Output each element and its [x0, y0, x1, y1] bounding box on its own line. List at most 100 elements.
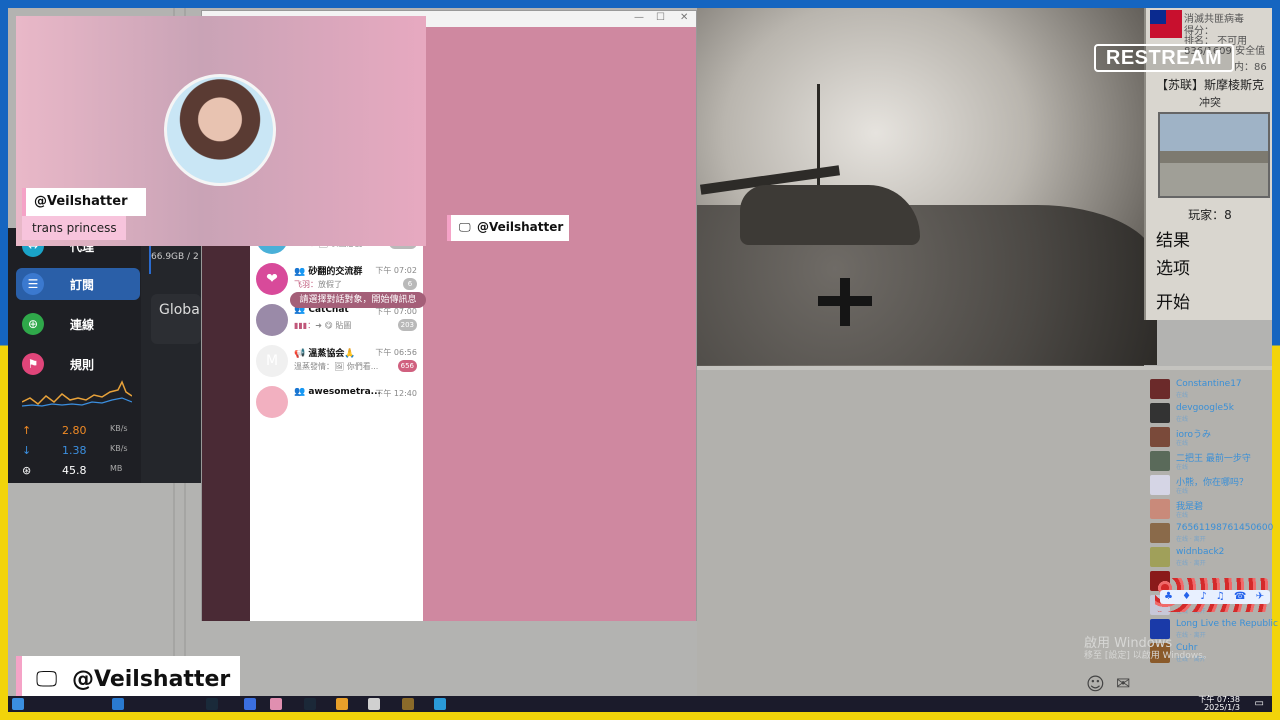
nav-item-subscriptions[interactable]: ☰ 訂閱 [16, 268, 140, 300]
steam-client-icon[interactable] [304, 698, 316, 710]
friend-list-item[interactable]: devgoogle5k 在线 [1148, 402, 1270, 424]
friend-status: 在线 · 离开 [1176, 536, 1206, 543]
chat-sender: 飞羽： [294, 280, 318, 289]
friend-status: 在线 [1176, 440, 1189, 447]
nav-label: 訂閱 [70, 278, 95, 292]
handle-label: @Veilshatter [34, 194, 128, 209]
subtitle-tag: trans princess [22, 216, 126, 240]
minimize-icon[interactable]: — [634, 12, 644, 23]
edge-icon[interactable] [112, 698, 124, 710]
unread-badge: 203 [397, 319, 417, 331]
friend-avatar [1150, 379, 1170, 399]
chat-time: 下午 12:40 [375, 389, 417, 398]
global-mode-card[interactable]: Global [151, 294, 204, 344]
flag-icon [1150, 10, 1182, 38]
nav-label: 連線 [70, 318, 95, 332]
chat-preview: 溫蒸發情：🖼 你們看... [294, 361, 394, 372]
download-arrow-icon: ↓ [22, 444, 32, 457]
friend-avatar [1150, 475, 1170, 495]
nav-item-rules[interactable]: ⚑ 規則 [16, 348, 140, 380]
friend-name: devgoogle5k [1176, 403, 1234, 413]
stream-frame-top [0, 0, 1280, 8]
handle-label: @Veilshatter [477, 220, 564, 234]
restream-logo: RESTREAM [1094, 44, 1234, 72]
chat-list-item[interactable]: M 📢 溫蒸協会🙏 下午 06:56 溫蒸發情：🖼 你們看... 656 [250, 341, 423, 382]
message-icon[interactable]: ✉ [1116, 674, 1130, 694]
results-button[interactable]: 结果 [1156, 226, 1190, 251]
steam-icon[interactable] [206, 698, 218, 710]
friend-status: 在线 [1176, 512, 1189, 519]
chat-preview: ▮▮▮：➜ 😋 貼圖 [294, 320, 394, 331]
chart-app-icon[interactable] [244, 698, 256, 710]
chrome-icon[interactable] [336, 698, 348, 710]
chat-preview: 飞羽：放假了 [294, 279, 394, 290]
friend-list-item[interactable]: ioroうみ 在线 [1148, 426, 1270, 448]
friend-status: 在线 · 离开 [1176, 560, 1206, 567]
nav-item-connections[interactable]: ⊕ 連線 [16, 308, 140, 340]
telegram-icon[interactable] [434, 698, 446, 710]
close-icon[interactable]: ✕ [680, 12, 688, 23]
nav-label: 規則 [70, 358, 95, 372]
stream-frame-bottom [0, 712, 1280, 720]
chat-preview-text: ➜ 😋 貼圖 [315, 321, 352, 330]
emoji-icon[interactable]: ☺ [1086, 674, 1105, 695]
friend-name: Constantine17 [1176, 379, 1242, 389]
chat-avatar: ❤ [256, 263, 288, 295]
friend-list-item[interactable]: 我是碧 在线 [1148, 498, 1270, 520]
player-count: 玩家：8 [1188, 208, 1232, 222]
chat-avatar [256, 304, 288, 336]
friend-status: 在线 [1176, 464, 1189, 471]
chat-title: 👥 awesometra... [294, 387, 380, 397]
friend-list-item[interactable]: 二把王 最前一步守 在线 [1148, 450, 1270, 472]
balkenkreuz-icon [818, 296, 872, 306]
system-clock[interactable]: 下午 07:38 2025/1/3 [1198, 696, 1240, 712]
friend-status: 在线 [1176, 392, 1189, 399]
memory-icon: ⊛ [22, 464, 32, 477]
notepad-icon[interactable] [368, 698, 380, 710]
game-icon[interactable] [402, 698, 414, 710]
clock-date: 2025/1/3 [1204, 703, 1240, 712]
rules-icon: ⚑ [22, 353, 44, 375]
tank-turret [740, 185, 920, 245]
friend-avatar [1150, 523, 1170, 543]
friend-avatar [1150, 499, 1170, 519]
map-thumbnail [1158, 112, 1270, 198]
start-button[interactable]: 开始 [1156, 288, 1190, 313]
friend-list-item[interactable]: 小熊，你在哪吗？ 在线 [1148, 474, 1270, 496]
friend-avatar [1150, 547, 1170, 567]
memory-value: 45.8 [62, 464, 87, 477]
proxy-detail-panel: 66.9GB / 2 Global [141, 240, 204, 483]
telegram-chat-area [423, 27, 696, 621]
monitor-icon: 🖵 [459, 220, 471, 234]
upload-value: 2.80 [62, 424, 87, 437]
avatar-card: @Veilshatter trans princess [16, 16, 426, 246]
list-icon: ☰ [22, 273, 44, 295]
friend-name: Long Live the Republic [1176, 619, 1278, 629]
friend-status: 在线 [1176, 416, 1189, 423]
friend-list-item[interactable]: Constantine17 在线 [1148, 378, 1270, 400]
friend-avatar [1150, 403, 1170, 423]
app-icon[interactable] [270, 698, 282, 710]
handle-tag-mid: 🖵 @Veilshatter [447, 215, 569, 241]
subtitle-label: trans princess [32, 221, 117, 235]
taskbar: 下午 07:38 2025/1/3 ▭ [8, 696, 1272, 712]
maximize-icon[interactable]: ☐ [656, 12, 665, 23]
notification-icon[interactable]: ▭ [1255, 698, 1264, 709]
chat-time: 下午 07:02 [375, 266, 417, 275]
monitor-icon: 🖵 [36, 667, 58, 692]
friend-list-item[interactable]: 76561198761450600 在线 · 离开 [1148, 522, 1273, 544]
unread-badge: 656 [397, 360, 417, 372]
start-icon[interactable] [12, 698, 24, 710]
options-button[interactable]: 选项 [1156, 254, 1190, 279]
chat-list-item[interactable]: 👥 awesometra... 下午 12:40 [250, 382, 423, 423]
global-label: Global [159, 302, 204, 318]
avatar [164, 74, 276, 186]
handle-label: @Veilshatter [72, 667, 231, 692]
traffic-chart [22, 380, 132, 407]
map-name: 【苏联】斯摩棱斯克 [1155, 78, 1264, 92]
storage-text: 66.9GB / 2 [151, 252, 199, 262]
map-mode: 冲突 [1199, 96, 1221, 109]
emoji-bar: ♣ ♦ ♪ ♫ ☎ ✈ [1160, 590, 1270, 604]
friend-list-item[interactable]: widnback2 在线 · 离开 [1148, 546, 1270, 568]
activation-watermark-subtitle: 移至 [設定] 以啟用 Windows。 [1084, 651, 1212, 661]
